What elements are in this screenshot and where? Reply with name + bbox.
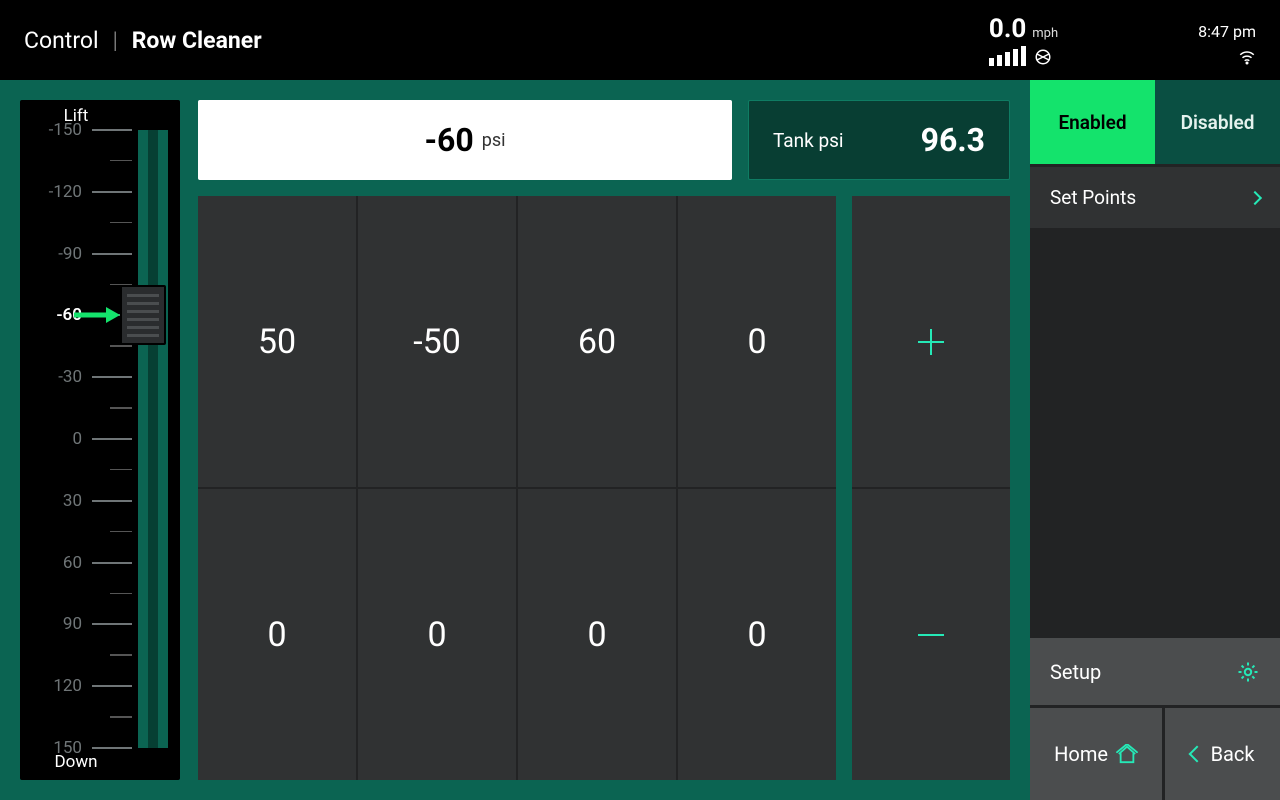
satellite-icon bbox=[1034, 48, 1052, 66]
row-cell[interactable]: 0 bbox=[358, 489, 516, 780]
gauge-tick: 60 bbox=[26, 553, 132, 573]
gauge-tick: -120 bbox=[26, 182, 132, 202]
plus-icon bbox=[918, 329, 944, 355]
gauge-tick: 90 bbox=[26, 614, 132, 634]
set-points-label: Set Points bbox=[1050, 186, 1136, 209]
setup-label: Setup bbox=[1050, 660, 1101, 684]
enabled-button[interactable]: Enabled bbox=[1030, 80, 1155, 164]
row-cell[interactable]: 50 bbox=[198, 196, 356, 487]
main-panel: Lift -150-120-90-60-300306090120150 Down… bbox=[0, 80, 1030, 800]
gauge-tick: 30 bbox=[26, 491, 132, 511]
back-button[interactable]: Back bbox=[1165, 708, 1280, 800]
setup-button[interactable]: Setup bbox=[1030, 638, 1280, 708]
chevron-left-icon bbox=[1188, 746, 1205, 763]
page-title: Row Cleaner bbox=[132, 27, 262, 54]
decrease-button[interactable] bbox=[852, 489, 1010, 780]
gauge-slider-icon bbox=[120, 285, 166, 345]
psi-value: -60 bbox=[424, 121, 473, 159]
psi-readout[interactable]: -60 psi bbox=[198, 100, 732, 180]
speed-value: 0.0 bbox=[989, 14, 1026, 44]
gauge-tick: 0 bbox=[26, 429, 132, 449]
home-icon bbox=[1116, 744, 1138, 764]
home-label: Home bbox=[1054, 742, 1108, 766]
adjust-column bbox=[852, 196, 1010, 780]
breadcrumb: Control | Row Cleaner bbox=[24, 27, 262, 54]
disabled-button[interactable]: Disabled bbox=[1155, 80, 1280, 164]
top-status-bar: Control | Row Cleaner 0.0 mph 8:47 pm bbox=[0, 0, 1280, 80]
breadcrumb-separator: | bbox=[113, 27, 118, 54]
gauge-ticks: -150-120-90-60-300306090120150 bbox=[26, 130, 132, 748]
enable-toggle: Enabled Disabled bbox=[1030, 80, 1280, 164]
breadcrumb-root[interactable]: Control bbox=[24, 27, 99, 54]
set-points-item[interactable]: Set Points bbox=[1030, 164, 1280, 228]
gauge-footer: Down bbox=[20, 752, 132, 772]
side-panel: Enabled Disabled Set Points Setup Home bbox=[1030, 80, 1280, 800]
gauge-track bbox=[138, 130, 168, 748]
row-cell[interactable]: 0 bbox=[518, 489, 676, 780]
row-cell[interactable]: -50 bbox=[358, 196, 516, 487]
clock: 8:47 pm bbox=[1198, 22, 1256, 41]
speed-readout: 0.0 mph bbox=[989, 14, 1058, 44]
tank-psi-readout: Tank psi 96.3 bbox=[748, 100, 1010, 180]
lift-gauge[interactable]: Lift -150-120-90-60-300306090120150 Down bbox=[20, 100, 180, 780]
gauge-indicator[interactable] bbox=[120, 285, 182, 345]
back-label: Back bbox=[1211, 742, 1255, 766]
gauge-tick: -30 bbox=[26, 367, 132, 387]
row-cell[interactable]: 0 bbox=[678, 489, 836, 780]
signal-indicators bbox=[989, 48, 1052, 66]
tank-value: 96.3 bbox=[921, 121, 985, 159]
home-button[interactable]: Home bbox=[1030, 708, 1162, 800]
signal-bars-icon bbox=[989, 48, 1026, 66]
increase-button[interactable] bbox=[852, 196, 1010, 487]
row-cell[interactable]: 0 bbox=[678, 196, 836, 487]
speed-unit: mph bbox=[1032, 26, 1058, 41]
minus-icon bbox=[918, 634, 944, 636]
gauge-tick: -150 bbox=[26, 120, 132, 140]
gear-icon bbox=[1236, 660, 1260, 684]
gauge-tick: -90 bbox=[26, 244, 132, 264]
wifi-icon bbox=[1238, 48, 1256, 66]
psi-unit: psi bbox=[482, 130, 506, 151]
row-cell[interactable]: 0 bbox=[198, 489, 356, 780]
chevron-right-icon bbox=[1248, 190, 1262, 204]
row-cell[interactable]: 60 bbox=[518, 196, 676, 487]
tank-label: Tank psi bbox=[773, 129, 844, 152]
row-values-grid: 50-506000000 bbox=[198, 196, 836, 780]
gauge-tick: 120 bbox=[26, 676, 132, 696]
